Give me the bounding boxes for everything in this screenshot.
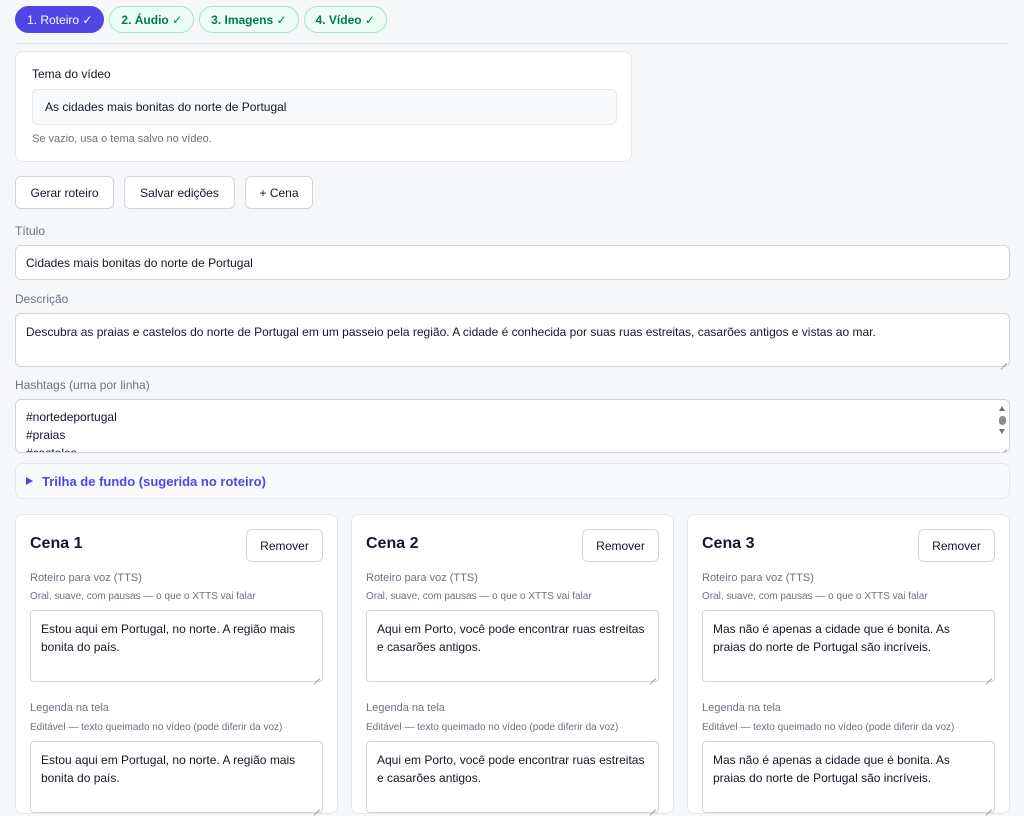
resize-handle-icon[interactable] — [999, 442, 1007, 450]
title-input[interactable]: Cidades mais bonitas do norte de Portuga… — [15, 245, 1010, 280]
hashtags-label: Hashtags (uma por linha) — [15, 378, 150, 392]
theme-card: Tema do vídeo As cidades mais bonitas do… — [15, 51, 632, 162]
caption-hint: Editável — texto queimado no vídeo (pode… — [702, 722, 955, 733]
scroll-up-icon[interactable] — [999, 406, 1005, 411]
caption-label: Legenda na tela — [30, 702, 109, 714]
tts-textarea[interactable]: Estou aqui em Portugal, no norte. A regi… — [30, 610, 323, 682]
caption-hint: Editável — texto queimado no vídeo (pode… — [366, 722, 619, 733]
resize-handle-icon[interactable] — [648, 802, 656, 810]
title-label: Título — [15, 224, 46, 238]
caption-text: Aqui em Porto, você pode encontrar ruas … — [377, 753, 645, 785]
remove-scene-button[interactable]: Remover — [918, 529, 995, 562]
tts-hint: Oral, suave, com pausas — o que o XTTS v… — [366, 591, 592, 602]
description-label: Descrição — [15, 292, 69, 306]
hashtag-line: #castelos — [26, 446, 77, 453]
disclosure-triangle-icon — [26, 477, 33, 485]
scene-card-3: Cena 3 Remover Roteiro para voz (TTS) Or… — [687, 514, 1010, 814]
tts-text: Estou aqui em Portugal, no norte. A regi… — [41, 622, 296, 654]
scene-card-2: Cena 2 Remover Roteiro para voz (TTS) Or… — [351, 514, 674, 814]
save-edits-button[interactable]: Salvar edições — [124, 176, 235, 209]
scroll-down-icon[interactable] — [999, 429, 1005, 434]
tts-hint: Oral, suave, com pausas — o que o XTTS v… — [30, 591, 256, 602]
tts-text: Mas não é apenas a cidade que é bonita. … — [713, 622, 950, 654]
resize-handle-icon[interactable] — [312, 671, 320, 679]
resize-handle-icon[interactable] — [984, 671, 992, 679]
theme-input[interactable]: As cidades mais bonitas do norte de Port… — [32, 89, 617, 125]
step-audio[interactable]: 2. Áudio ✓ — [109, 6, 195, 33]
caption-textarea[interactable]: Mas não é apenas a cidade que é bonita. … — [702, 741, 995, 813]
generate-script-button[interactable]: Gerar roteiro — [15, 176, 114, 209]
description-text: Descubra as praias e castelos do norte d… — [26, 325, 876, 339]
scene-title: Cena 2 — [366, 535, 419, 552]
step-tabs: 1. Roteiro ✓ 2. Áudio ✓ 3. Imagens ✓ 4. … — [15, 6, 387, 33]
scene-title: Cena 1 — [30, 535, 83, 552]
caption-label: Legenda na tela — [366, 702, 445, 714]
tts-hint: Oral, suave, com pausas — o que o XTTS v… — [702, 591, 928, 602]
scene-card-1: Cena 1 Remover Roteiro para voz (TTS) Or… — [15, 514, 338, 814]
add-scene-button[interactable]: + Cena — [245, 176, 313, 209]
background-music-toggle[interactable]: Trilha de fundo (sugerida no roteiro) — [15, 463, 1010, 499]
theme-label: Tema do vídeo — [32, 67, 111, 81]
resize-handle-icon[interactable] — [999, 356, 1007, 364]
caption-text: Estou aqui em Portugal, no norte. A regi… — [41, 753, 296, 785]
caption-textarea[interactable]: Estou aqui em Portugal, no norte. A regi… — [30, 741, 323, 813]
hashtags-scrollbar[interactable] — [996, 401, 1008, 441]
scene-title: Cena 3 — [702, 535, 755, 552]
caption-label: Legenda na tela — [702, 702, 781, 714]
tts-textarea[interactable]: Aqui em Porto, você pode encontrar ruas … — [366, 610, 659, 682]
header-divider — [15, 43, 1009, 44]
tts-label: Roteiro para voz (TTS) — [30, 572, 142, 584]
hashtags-textarea[interactable]: #nortedeportugal #praias #castelos — [15, 399, 1010, 453]
remove-scene-button[interactable]: Remover — [246, 529, 323, 562]
tts-textarea[interactable]: Mas não é apenas a cidade que é bonita. … — [702, 610, 995, 682]
step-video[interactable]: 4. Vídeo ✓ — [303, 6, 387, 33]
caption-text: Mas não é apenas a cidade que é bonita. … — [713, 753, 950, 785]
hashtag-line: #praias — [26, 428, 66, 442]
theme-hint: Se vazio, usa o tema salvo no vídeo. — [32, 133, 212, 145]
step-roteiro[interactable]: 1. Roteiro ✓ — [15, 6, 105, 33]
resize-handle-icon[interactable] — [648, 671, 656, 679]
tts-label: Roteiro para voz (TTS) — [366, 572, 478, 584]
tts-text: Aqui em Porto, você pode encontrar ruas … — [377, 622, 645, 654]
step-imagens[interactable]: 3. Imagens ✓ — [199, 6, 299, 33]
caption-hint: Editável — texto queimado no vídeo (pode… — [30, 722, 283, 733]
caption-textarea[interactable]: Aqui em Porto, você pode encontrar ruas … — [366, 741, 659, 813]
description-textarea[interactable]: Descubra as praias e castelos do norte d… — [15, 313, 1010, 367]
background-music-label: Trilha de fundo (sugerida no roteiro) — [42, 473, 266, 489]
scroll-thumb[interactable] — [999, 416, 1006, 425]
remove-scene-button[interactable]: Remover — [582, 529, 659, 562]
resize-handle-icon[interactable] — [312, 802, 320, 810]
hashtag-line: #nortedeportugal — [26, 410, 117, 424]
resize-handle-icon[interactable] — [984, 802, 992, 810]
tts-label: Roteiro para voz (TTS) — [702, 572, 814, 584]
